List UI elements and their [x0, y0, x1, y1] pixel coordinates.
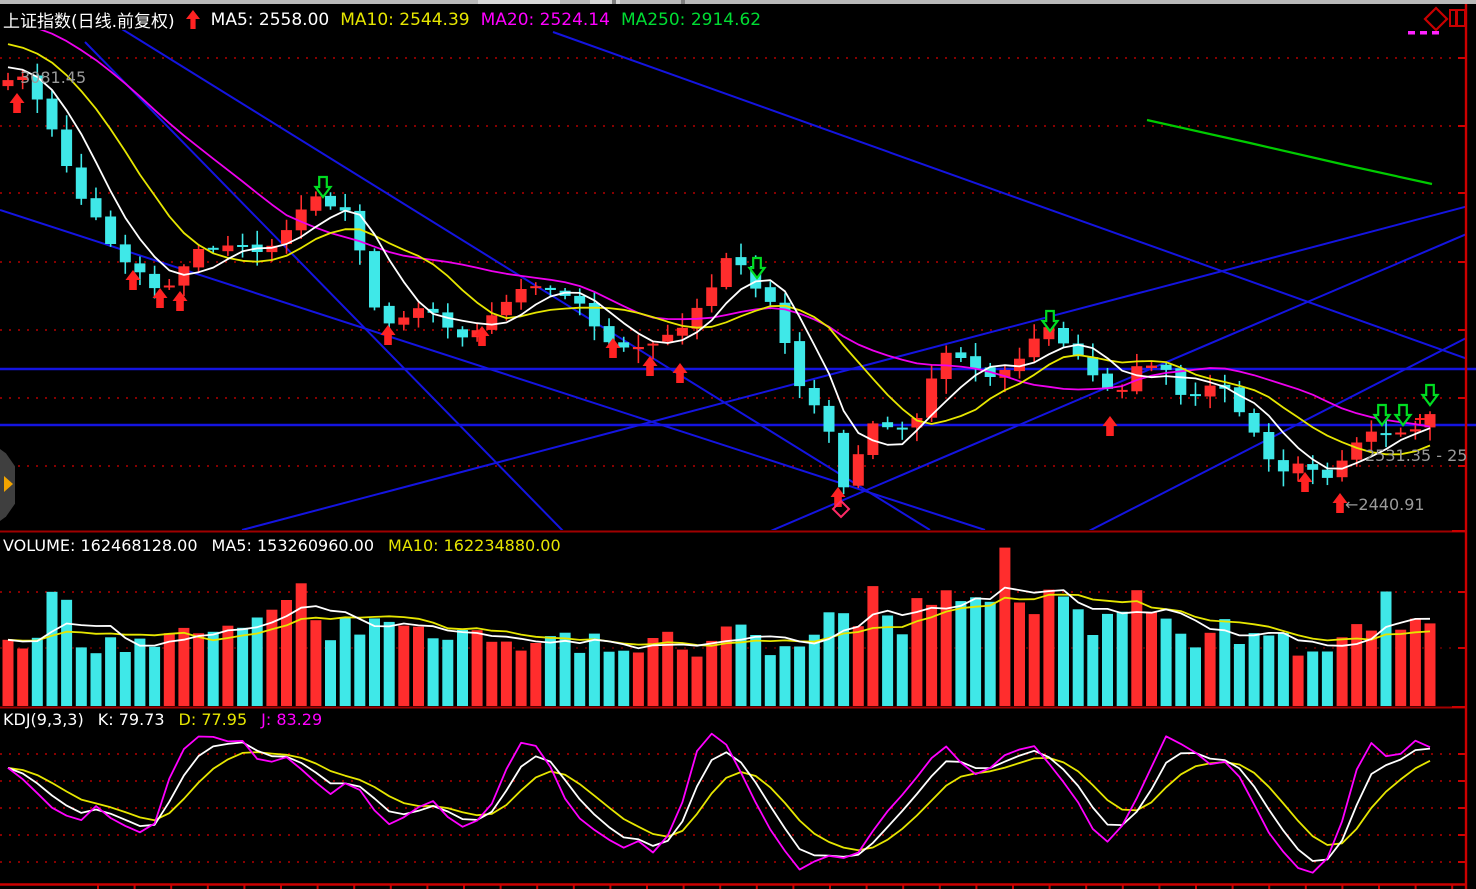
kdj-title: KDJ(9,3,3): [3, 710, 84, 729]
price-range-label-wrap: 2531.35 - 25: [1365, 446, 1476, 465]
chart-canvas[interactable]: [0, 0, 1476, 889]
volume-ma10-value: MA10: 162234880.00: [388, 536, 561, 555]
signal-markers: [10, 93, 1438, 517]
trend-lines: [0, 0, 1476, 533]
kdj-j-value: J: 83.29: [261, 710, 322, 729]
dashed-line-tool-icon[interactable]: [1432, 31, 1439, 35]
dashed-line-tool-icon[interactable]: [1408, 31, 1415, 35]
kdj-d-value: D: 77.95: [179, 710, 248, 729]
diamond-tool-icon[interactable]: [1425, 8, 1447, 30]
stock-chart-app: 上证指数(日线.前复权) MA5: 2558.00 MA10: 2544.39 …: [0, 0, 1476, 889]
candlesticks[interactable]: [3, 64, 1436, 494]
toolbar-icons: [1400, 5, 1472, 41]
ma250-value: MA250: 2914.62: [621, 10, 761, 30]
ma5-value: MA5: 2558.00: [211, 10, 330, 30]
moving-average-lines: [8, 21, 1432, 469]
kdj-header: KDJ(9,3,3) K: 79.73 D: 77.95 J: 83.29: [3, 710, 322, 729]
ma20-value: MA20: 2524.14: [481, 10, 610, 30]
main-chart-header: 上证指数(日线.前复权) MA5: 2558.00 MA10: 2544.39 …: [3, 7, 761, 32]
volume-value: VOLUME: 162468128.00: [3, 536, 198, 555]
volume-bars[interactable]: [3, 548, 1436, 706]
dashed-line-tool-icon[interactable]: [1420, 31, 1427, 35]
symbol-title: 上证指数(日线.前复权): [3, 7, 175, 32]
ma10-value: MA10: 2544.39: [340, 10, 469, 30]
volume-ma5-value: MA5: 153260960.00: [212, 536, 374, 555]
marked-high-label: 3081.45: [20, 68, 86, 87]
kdj-k-value: K: 79.73: [98, 710, 165, 729]
split-window-icon[interactable]: [1450, 10, 1456, 26]
marked-low-label: ←2440.91: [1345, 495, 1425, 514]
expand-arrow-icon: [4, 476, 13, 492]
price-range-label: 2531.35 - 25: [1365, 446, 1467, 465]
up-arrow-icon: [186, 10, 200, 29]
split-window-icon[interactable]: [1457, 10, 1465, 26]
volume-header: VOLUME: 162468128.00 MA5: 153260960.00 M…: [3, 536, 561, 555]
